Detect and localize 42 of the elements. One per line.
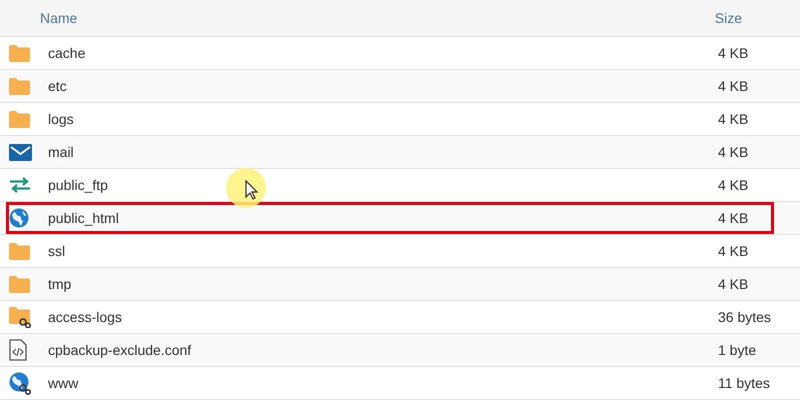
file-name[interactable]: access-logs <box>48 309 122 325</box>
table-row[interactable]: etc 4 KB <box>0 70 800 103</box>
file-name[interactable]: www <box>48 375 78 391</box>
file-size: 11 bytes <box>718 375 771 391</box>
file-name[interactable]: tmp <box>48 276 72 292</box>
table-row[interactable]: public_html 4 KB <box>0 202 800 235</box>
file-size: 4 KB <box>718 177 750 193</box>
file-name[interactable]: mail <box>48 144 74 160</box>
globe-link-icon <box>9 372 33 394</box>
transfer-arrows-icon <box>9 177 31 193</box>
table-row[interactable]: www 11 bytes <box>0 367 800 400</box>
file-name[interactable]: cache <box>48 45 86 61</box>
file-name[interactable]: etc <box>48 78 67 94</box>
file-size: 4 KB <box>718 78 750 94</box>
folder-icon <box>9 242 30 260</box>
cursor-icon <box>226 168 266 208</box>
column-header[interactable]: Name <box>40 10 78 26</box>
file-size: 36 bytes <box>718 309 772 325</box>
folder-icon <box>9 276 30 292</box>
file-size: 4 KB <box>718 144 750 160</box>
file-size: 4 KB <box>718 45 750 61</box>
file-size: 1 byte <box>718 342 758 358</box>
file-name[interactable]: cpbackup-exclude.conf <box>48 342 192 358</box>
file-name[interactable]: ssl <box>48 243 66 259</box>
file-name[interactable]: public_ftp <box>48 177 108 193</box>
folder-icon <box>9 44 30 62</box>
file-size: 4 KB <box>718 111 750 127</box>
file-name[interactable]: public_html <box>48 210 119 226</box>
table-row[interactable]: mail 4 KB <box>0 136 800 169</box>
code-file-icon <box>9 339 27 361</box>
file-size: 4 KB <box>718 210 750 226</box>
file-size: 4 KB <box>718 276 750 292</box>
table-row[interactable]: tmp 4 KB <box>0 268 800 301</box>
globe-icon <box>9 208 29 228</box>
envelope-icon <box>9 144 32 160</box>
file-size: 4 KB <box>718 243 750 259</box>
folder-link-icon <box>9 306 33 328</box>
table-row[interactable]: cpbackup-exclude.conf 1 byte <box>0 334 800 367</box>
folder-icon <box>9 110 30 128</box>
file-name[interactable]: logs <box>48 111 74 127</box>
folder-icon <box>9 78 30 94</box>
column-header[interactable]: Size <box>714 10 742 26</box>
